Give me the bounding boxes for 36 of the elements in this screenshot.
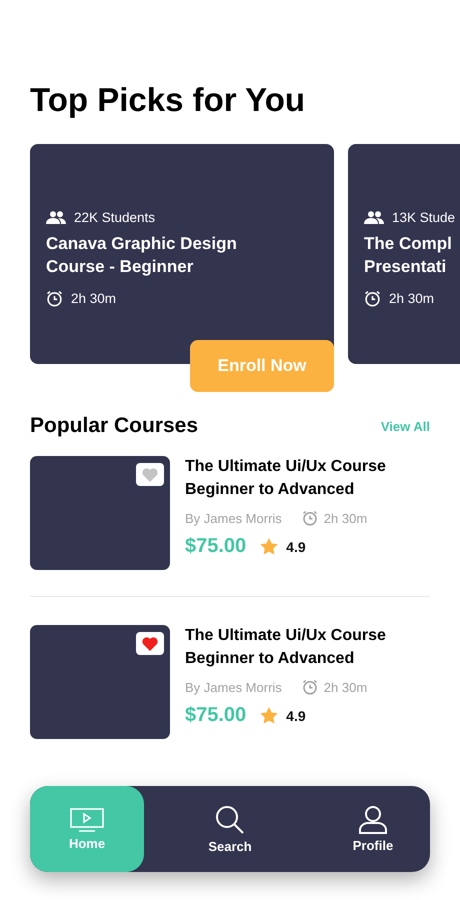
clock-icon bbox=[302, 679, 318, 695]
price: $75.00 bbox=[185, 535, 246, 558]
people-icon bbox=[46, 211, 66, 224]
section-title: Popular Courses bbox=[30, 414, 198, 438]
clock-icon bbox=[46, 290, 63, 307]
course-card[interactable]: 13K Stude The Compl Presentati 2h 30m bbox=[348, 144, 460, 364]
course-title: Canava Graphic Design Course - Beginner bbox=[46, 233, 238, 278]
star-icon bbox=[260, 538, 278, 555]
clock-icon bbox=[364, 290, 381, 307]
course-thumbnail[interactable] bbox=[30, 456, 170, 570]
course-title: The Ultimate Ui/Ux Course Beginner to Advanced bbox=[185, 626, 387, 669]
course-title: The Compl Presentati bbox=[364, 233, 453, 278]
favorite-button[interactable] bbox=[136, 463, 164, 486]
favorite-button[interactable] bbox=[136, 632, 164, 655]
clock-icon bbox=[302, 510, 318, 526]
duration: 2h 30m bbox=[389, 291, 434, 306]
tv-icon bbox=[70, 808, 104, 832]
search-icon bbox=[215, 804, 245, 834]
profile-icon bbox=[358, 806, 388, 834]
author: By James Morris bbox=[185, 510, 282, 526]
duration: 2h 30m bbox=[71, 291, 116, 306]
course-thumbnail[interactable] bbox=[30, 625, 170, 739]
price: $75.00 bbox=[185, 704, 246, 727]
student-count: 13K Stude bbox=[392, 210, 456, 225]
duration: 2h 30m bbox=[324, 510, 368, 526]
student-count: 22K Students bbox=[74, 210, 156, 225]
nav-tab[interactable]: Search bbox=[173, 786, 287, 872]
star-icon bbox=[260, 707, 278, 724]
author: By James Morris bbox=[185, 680, 282, 694]
page-title: Top Picks for You bbox=[30, 80, 306, 120]
course-title: The Ultimate Ui/Ux Course Beginner to Advanced bbox=[185, 457, 387, 500]
rating: 4.9 bbox=[286, 708, 306, 724]
rating: 4.9 bbox=[286, 538, 306, 554]
nav-tab[interactable]: Profile bbox=[316, 786, 430, 872]
people-icon bbox=[364, 211, 384, 224]
duration: 2h 30m bbox=[324, 680, 368, 694]
